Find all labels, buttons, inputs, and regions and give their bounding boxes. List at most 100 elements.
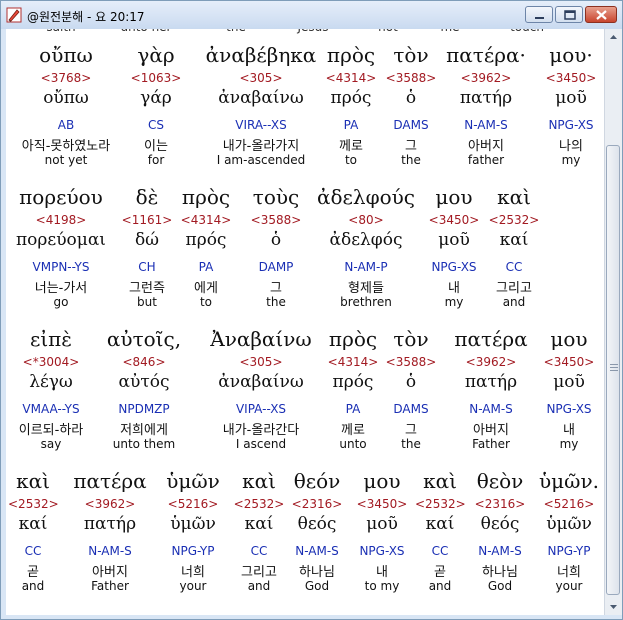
strong-number[interactable]: <4198> <box>6 213 116 229</box>
word-column[interactable]: καὶ <2532> καί CC 그리고 and <box>229 469 289 599</box>
greek-word: Ἀναβαίνω <box>210 327 312 351</box>
lemma-word: ἀναβαίνω <box>218 88 304 108</box>
word-column[interactable]: πατέρα· <3962> πατήρ N-AM-S 아버지 father <box>441 43 531 173</box>
english-gloss: father <box>467 153 505 167</box>
strong-number[interactable]: <3962> <box>441 71 531 87</box>
strong-number[interactable]: <2532> <box>415 497 466 513</box>
strong-number[interactable]: <4314> <box>176 213 236 229</box>
strong-number[interactable]: <3588> <box>236 213 316 229</box>
strong-number[interactable]: <305> <box>196 355 326 371</box>
maximize-button[interactable] <box>555 6 583 23</box>
greek-word: δὲ <box>135 185 159 209</box>
minimize-button[interactable] <box>525 6 553 23</box>
greek-word: ἀδελφούς <box>317 185 415 209</box>
strong-number[interactable]: <3962> <box>65 497 155 513</box>
word-column[interactable]: πατέρα <3962> πατήρ N-AM-S 아버지 Father <box>451 327 531 457</box>
lemma-word: ὁ <box>405 88 417 108</box>
strong-number[interactable]: <4314> <box>321 71 381 87</box>
word-column[interactable]: πρὸς <4314> πρός PA 께로 to <box>321 43 381 173</box>
korean-gloss: 그런즉 <box>129 281 165 296</box>
word-column[interactable]: πρὸς <4314> πρός PA 께로 unto <box>323 327 383 457</box>
scrollbar-thumb[interactable] <box>606 145 620 595</box>
interlinear-view[interactable]: saithunto hertheJesusnotmetouch οὔπω<376… <box>6 29 604 615</box>
korean-gloss: 께로 <box>341 423 365 438</box>
word-column[interactable]: μου· <3450> μοῦ NPG-XS 나의 my <box>536 43 604 173</box>
close-button[interactable] <box>585 6 617 23</box>
korean-gloss: 아버지 <box>92 565 128 580</box>
strong-number[interactable]: <2532> <box>479 213 549 229</box>
strong-number[interactable]: <1063> <box>121 71 191 87</box>
word-column[interactable]: ὑμῶν <5216> ὑμῶν NPG-YP 너희 your <box>158 469 228 599</box>
word-column[interactable]: Ἀναβαίνω <305> ἀναβαίνω VIPA--XS 내가-올라간다 I as… <box>196 327 326 457</box>
word-column[interactable]: ὑμῶν. <5216> ὑμῶν NPG-YP 너희 your <box>534 469 604 599</box>
word-column[interactable]: ἀδελφούς <80> ἀδελφός N-AM-P 형제들 brethren <box>311 185 421 315</box>
strong-number[interactable]: <3768> <box>6 71 126 87</box>
strong-number[interactable]: <80> <box>311 213 421 229</box>
english-gloss: my <box>561 153 581 167</box>
morphology-code: N-AM-S <box>478 544 522 558</box>
word-column[interactable]: πρὸς <4314> πρός PA 에게 to <box>176 185 236 315</box>
strong-number[interactable]: <*3004> <box>6 355 101 371</box>
word-column[interactable]: μου <3450> μοῦ NPG-XS 내 to my <box>347 469 417 599</box>
word-column[interactable]: τὸν <3588> ὁ DAMS 그 the <box>381 327 441 457</box>
application-window: @원전분해 - 요 20:17 saithunto hertheJesusnot… <box>0 0 623 620</box>
english-gloss: Father <box>91 579 129 593</box>
strong-number[interactable]: <3450> <box>536 71 604 87</box>
strong-number[interactable]: <5216> <box>534 497 604 513</box>
word-column[interactable]: θεὸν <2316> θεός N-AM-S 하나님 God <box>465 469 535 599</box>
strong-number[interactable]: <305> <box>201 71 321 87</box>
word-column[interactable]: καὶ <2532> καί CC 곧 and <box>8 469 59 599</box>
word-column[interactable]: καὶ <2532> καί CC 그리고 and <box>479 185 549 315</box>
word-column[interactable]: αὐτοῖς, <846> αὐτός NPDMZP 저희에게 unto them <box>94 327 194 457</box>
english-gloss: Father <box>472 437 510 451</box>
word-column[interactable]: ἀναβέβηκα <305> ἀναβαίνω VIRA--XS 내가-올라가지 I a… <box>201 43 321 173</box>
strong-number[interactable]: <2532> <box>229 497 289 513</box>
app-pencil-icon[interactable] <box>6 7 22 23</box>
strong-number[interactable]: <2532> <box>8 497 59 513</box>
morphology-code: NPG-YP <box>171 544 215 558</box>
greek-word: πρὸς <box>328 327 378 351</box>
strong-number[interactable]: <1161> <box>117 213 177 229</box>
word-column[interactable]: δὲ <1161> δώ CH 그런즉 but <box>117 185 177 315</box>
word-column[interactable]: εἰπὲ <*3004> λέγω VMAA--YS 이르되-하라 say <box>6 327 101 457</box>
morphology-code: VMAA--YS <box>22 402 80 416</box>
word-column[interactable]: τοὺς <3588> ὁ DAMP 그 the <box>236 185 316 315</box>
greek-word: θεόν <box>293 469 341 493</box>
strong-number[interactable]: <3588> <box>381 71 441 87</box>
korean-gloss: 께로 <box>339 139 363 154</box>
word-column[interactable]: μου <3450> μοῦ NPG-XS 내 my <box>539 327 599 457</box>
korean-gloss: 하나님 <box>482 565 518 580</box>
english-gloss: I ascend <box>235 437 287 451</box>
strong-number[interactable]: <846> <box>94 355 194 371</box>
korean-gloss: 내가-올라가지 <box>222 139 300 154</box>
morphology-code: DAMP <box>258 260 294 274</box>
english-gloss: and <box>428 579 452 593</box>
strong-number[interactable]: <3450> <box>347 497 417 513</box>
greek-word: εἰπὲ <box>29 327 73 351</box>
word-column[interactable]: πατέρα <3962> πατήρ N-AM-S 아버지 Father <box>65 469 155 599</box>
word-column[interactable]: καὶ <2532> καί CC 곧 and <box>415 469 466 599</box>
word-column[interactable]: γὰρ <1063> γάρ CS 이는 for <box>121 43 191 173</box>
scroll-up-button[interactable] <box>605 29 622 46</box>
korean-gloss: 그리고 <box>496 281 532 296</box>
strong-number[interactable]: <5216> <box>158 497 228 513</box>
word-column[interactable]: πορεύου <4198> πορεύομαι VMPN--YS 너는-가서 go <box>6 185 116 315</box>
strong-number[interactable]: <3962> <box>451 355 531 371</box>
title-bar[interactable]: @원전분해 - 요 20:17 <box>1 1 622 29</box>
morphology-code: NPG-XS <box>546 402 592 416</box>
scroll-down-button[interactable] <box>605 598 622 615</box>
strong-number[interactable]: <2316> <box>465 497 535 513</box>
vertical-scrollbar[interactable] <box>604 29 622 615</box>
strong-number[interactable]: <3588> <box>381 355 441 371</box>
morphology-code: CC <box>24 544 42 558</box>
strong-number[interactable]: <3450> <box>539 355 599 371</box>
word-column[interactable]: θεόν <2316> θεός N-AM-S 하나님 God <box>287 469 347 599</box>
word-column[interactable]: τὸν <3588> ὁ DAMS 그 the <box>381 43 441 173</box>
greek-word: καὶ <box>497 185 531 209</box>
korean-gloss: 나의 <box>559 139 583 154</box>
greek-word: θεὸν <box>476 469 524 493</box>
morphology-code: PA <box>343 118 359 132</box>
strong-number[interactable]: <4314> <box>323 355 383 371</box>
strong-number[interactable]: <2316> <box>287 497 347 513</box>
word-column[interactable]: οὔπω <3768> οὔπω AB 아직-못하였노라 not yet <box>6 43 126 173</box>
